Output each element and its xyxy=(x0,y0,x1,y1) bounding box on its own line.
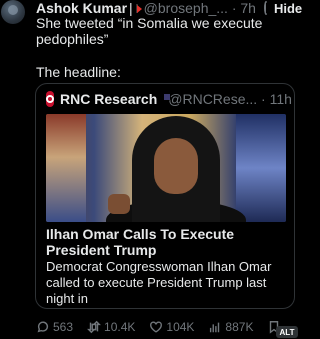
background-flag-right xyxy=(236,114,286,222)
photo-hand xyxy=(108,194,130,214)
views-button[interactable]: 887K xyxy=(208,320,253,334)
name-separator: | xyxy=(129,0,133,16)
reply-button[interactable]: 563 xyxy=(36,320,73,334)
views-icon xyxy=(210,322,220,333)
quote-handle-time[interactable]: @RNCRese... · 11h xyxy=(168,91,292,107)
tweet-text-headline-label: The headline: xyxy=(36,64,121,80)
tweet-actions: 563 10.4K 104K 887K xyxy=(36,318,300,336)
like-icon xyxy=(150,321,163,333)
hide-button[interactable]: Hide xyxy=(274,1,302,16)
flag-icon xyxy=(135,3,142,13)
avatar[interactable] xyxy=(1,0,25,24)
alt-badge[interactable]: ALT xyxy=(276,326,298,338)
quoted-tweet-card[interactable]: RNC Research @RNCRese... · 11h Ilhan Oma… xyxy=(35,83,295,309)
quote-author-name[interactable]: RNC Research xyxy=(60,91,157,107)
rnc-logo-icon[interactable] xyxy=(46,91,54,107)
like-button[interactable]: 104K xyxy=(149,320,194,334)
reply-count: 563 xyxy=(53,320,74,334)
retweet-button[interactable]: 10.4K xyxy=(87,320,135,334)
tweet-header: Ashok Kumar | @broseph_... · 7h Hide xyxy=(36,0,302,16)
quote-headline: Ilhan Omar Calls To Execute President Tr… xyxy=(46,226,235,258)
news-photo[interactable] xyxy=(46,114,286,222)
like-count: 104K xyxy=(166,320,195,334)
quote-header: RNC Research @RNCRese... · 11h xyxy=(46,89,292,109)
reply-icon xyxy=(37,321,49,333)
tweet-text: She tweeted “in Somalia we execute pedop… xyxy=(36,15,263,47)
views-count: 887K xyxy=(225,320,254,334)
retweet-count: 10.4K xyxy=(104,320,136,334)
background-flag-left xyxy=(46,114,86,222)
author-name[interactable]: Ashok Kumar xyxy=(36,0,127,16)
author-handle-time[interactable]: @broseph_... · 7h xyxy=(144,0,256,16)
retweet-icon xyxy=(87,320,101,334)
refresh-icon[interactable] xyxy=(263,1,268,15)
photo-face xyxy=(154,138,198,194)
quote-body-text: Democrat Congresswoman Ilhan Omar called… xyxy=(46,259,272,308)
